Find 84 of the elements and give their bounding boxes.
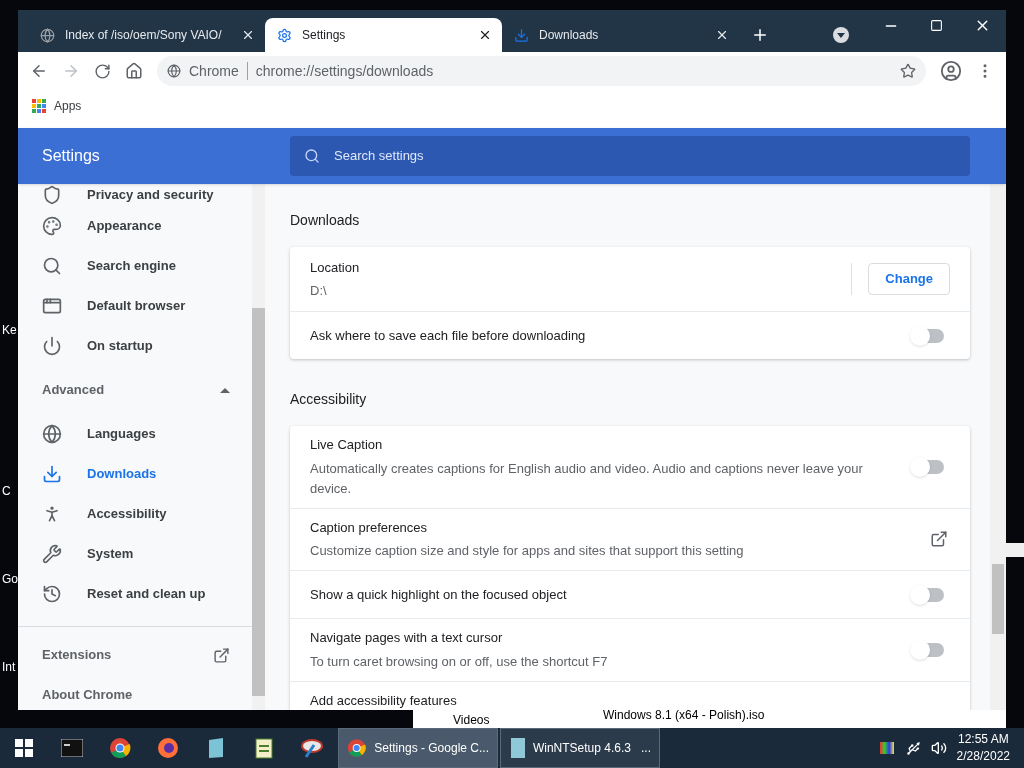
toggle-switch[interactable] — [910, 639, 946, 660]
folder-item: Videos — [453, 712, 491, 728]
origin-label: Chrome — [189, 61, 239, 81]
close-icon[interactable] — [241, 28, 255, 42]
setting-label: Ask where to save each file before downloading — [310, 326, 587, 345]
address-bar[interactable]: Chrome chrome://settings/downloads — [157, 56, 926, 86]
sidebar-item[interactable]: Privacy and security — [18, 184, 252, 206]
new-tab-icon[interactable] — [751, 26, 769, 44]
section-heading: Downloads — [290, 211, 361, 230]
sidebar-link[interactable]: Extensions — [18, 635, 252, 675]
external-link-icon[interactable] — [930, 530, 948, 549]
sidebar-scrollbar[interactable] — [252, 184, 265, 710]
sidebar-item[interactable]: Search engine — [18, 246, 252, 286]
reload-icon[interactable] — [94, 62, 111, 80]
sidebar-item[interactable]: Reset and clean up — [18, 574, 252, 614]
sidebar-item[interactable]: Appearance — [18, 206, 252, 246]
desktop-icon-label: Int — [2, 659, 16, 676]
sidebar-item[interactable]: Downloads — [18, 454, 252, 494]
advanced-toggle[interactable]: Advanced — [18, 366, 252, 414]
toggle-switch[interactable] — [910, 325, 946, 346]
usb-icon[interactable] — [905, 740, 921, 756]
desktop-icon-label: Ke — [2, 322, 17, 339]
sidebar-item[interactable]: Default browser — [18, 286, 252, 326]
sidebar-item[interactable]: System — [18, 534, 252, 574]
sidebar-icon — [42, 544, 62, 564]
setting-description: Automatically creates captions for English audio and video. Audio and captions never leave your device. — [310, 459, 864, 498]
setting-label: Caption preferences — [310, 518, 429, 537]
setting-label: Add accessibility features — [310, 692, 458, 710]
search-bar[interactable]: Search settings — [290, 136, 970, 176]
file-name: Windows 8.1 (x64 - Polish).iso — [603, 708, 765, 722]
toggle-switch[interactable] — [910, 584, 946, 605]
search-field[interactable]: Search settings — [334, 146, 970, 166]
sidebar-item[interactable]: Accessibility — [18, 494, 252, 534]
display-icon — [879, 742, 894, 754]
page-scrollbar[interactable] — [990, 184, 1006, 710]
sidebar-icon — [42, 296, 62, 316]
toggle-switch[interactable] — [910, 456, 946, 477]
setting-description: Customize caption size and style for apps and sites that support this setting — [310, 542, 745, 560]
setting-label: Navigate pages with a text cursor — [310, 629, 504, 647]
change-button[interactable]: Change — [868, 263, 950, 295]
external-link-icon — [213, 646, 230, 664]
setting-description: To turn caret browsing on or off, use the shortcut F7 — [310, 652, 609, 671]
back-icon[interactable] — [30, 62, 48, 80]
tab-search-icon[interactable] — [833, 27, 849, 43]
sidebar-icon — [42, 216, 62, 236]
desktop-icon-label: Go — [2, 571, 18, 588]
sidebar-icon — [42, 185, 62, 205]
browser-tab[interactable]: Downloads — [502, 18, 739, 52]
home-icon[interactable] — [125, 62, 143, 80]
browser-tab[interactable]: Settings — [265, 18, 502, 52]
sidebar-icon — [42, 464, 62, 484]
disc-box-icon — [509, 737, 525, 759]
sidebar-icon — [42, 584, 62, 604]
location-path: D:\ — [310, 282, 328, 300]
sidebar-link[interactable]: About Chrome — [18, 675, 252, 710]
taskbar-window-button[interactable]: Settings - Google C... — [338, 728, 498, 768]
settings-title: Settings — [41, 146, 101, 166]
bookmark-item[interactable]: Apps — [32, 97, 82, 115]
close-icon[interactable] — [715, 28, 729, 42]
sidebar-icon — [42, 336, 62, 356]
bookmark-star-icon[interactable] — [900, 63, 916, 79]
profile-icon[interactable] — [940, 60, 962, 82]
search-icon — [304, 148, 320, 164]
tab-icon — [514, 27, 529, 43]
tab-icon — [277, 27, 292, 43]
setting-label: Live Caption — [310, 436, 384, 454]
sidebar-item[interactable]: Languages — [18, 414, 252, 454]
close-icon[interactable] — [478, 28, 492, 42]
url-text: chrome://settings/downloads — [255, 61, 435, 81]
apps-grid-icon — [32, 99, 46, 113]
setting-label: Show a quick highlight on the focused object — [310, 585, 568, 604]
volume-icon[interactable] — [930, 740, 947, 756]
clock[interactable]: 12:55 AM 2/28/2022 — [956, 731, 1010, 765]
desktop-icon-label: C — [2, 483, 11, 500]
section-heading: Accessibility — [290, 390, 368, 409]
maximize-icon[interactable] — [930, 19, 943, 32]
tab-icon — [40, 27, 55, 43]
browser-tab[interactable]: Index of /iso/oem/Sony VAIO/ — [28, 18, 265, 52]
taskbar-window-button[interactable]: WinNTSetup 4.6.3 ... — [500, 728, 660, 768]
sidebar-icon — [42, 256, 62, 276]
sidebar-icon — [42, 424, 62, 444]
setting-label: Location — [310, 258, 361, 277]
collapse-caret-icon — [220, 387, 230, 393]
sidebar-item[interactable]: On startup — [18, 326, 252, 366]
